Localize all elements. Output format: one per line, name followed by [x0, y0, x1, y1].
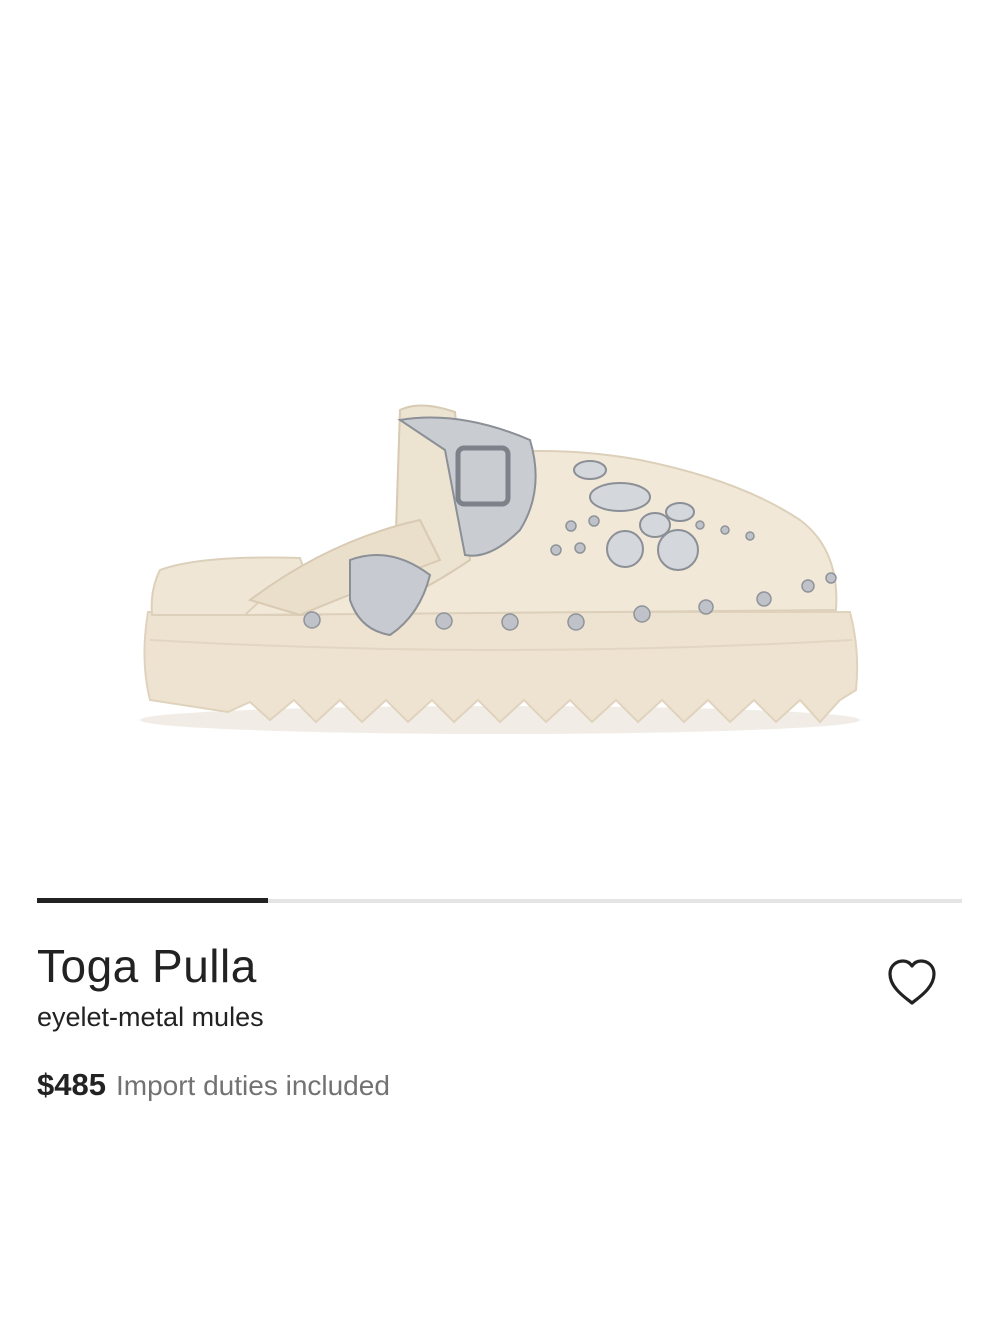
image-carousel-progress	[37, 898, 962, 903]
carousel-progress-indicator	[37, 898, 269, 903]
brand-name[interactable]: Toga Pulla	[37, 938, 257, 994]
wishlist-button[interactable]	[884, 957, 940, 1009]
import-duties-note: Import duties included	[115, 1070, 390, 1101]
product-image[interactable]	[0, 0, 1000, 880]
product-description: eyelet-metal mules	[37, 1002, 264, 1032]
product-price: $485	[37, 1067, 106, 1102]
shoe-illustration	[140, 404, 860, 734]
heart-outline-icon	[888, 959, 936, 1005]
price-row: $485 Import duties included	[37, 1066, 390, 1110]
